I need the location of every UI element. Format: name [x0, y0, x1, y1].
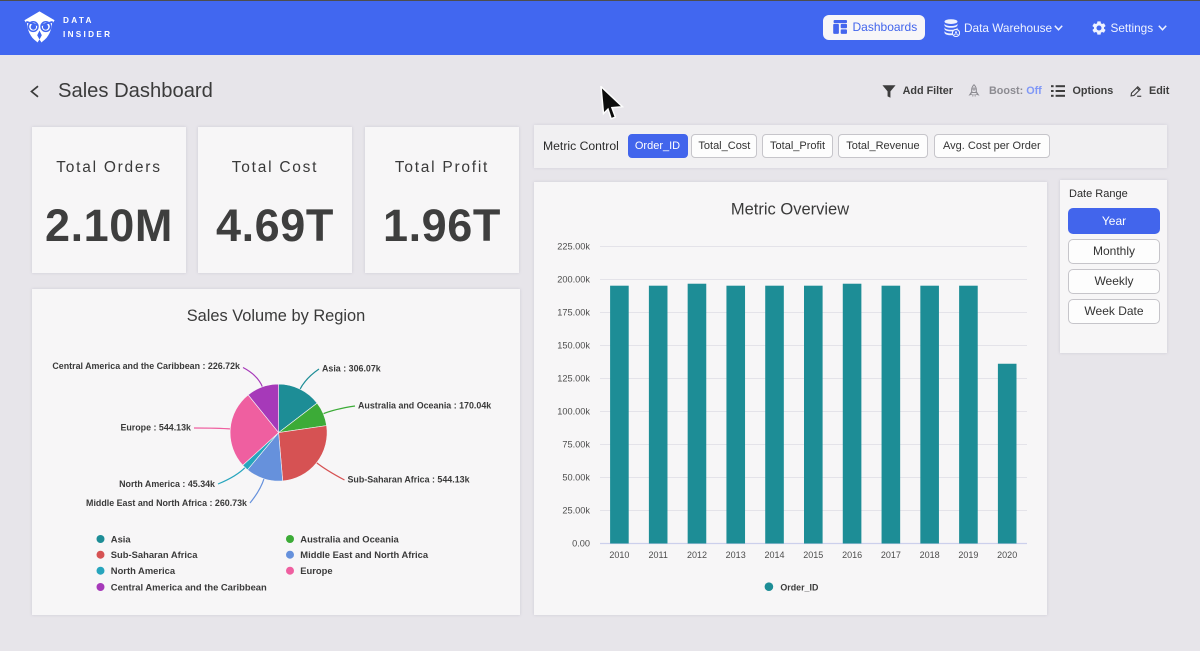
svg-text:2015: 2015: [803, 550, 823, 560]
svg-text:Australia and Oceania: Australia and Oceania: [300, 533, 399, 544]
svg-text:125.00k: 125.00k: [557, 374, 590, 384]
svg-text:100.00k: 100.00k: [557, 407, 590, 417]
svg-text:2010: 2010: [609, 550, 629, 560]
svg-text:25.00k: 25.00k: [562, 506, 590, 516]
svg-text:0.00: 0.00: [572, 539, 590, 549]
svg-text:50.00k: 50.00k: [562, 473, 590, 483]
svg-text:75.00k: 75.00k: [562, 440, 590, 450]
svg-text:2017: 2017: [881, 550, 901, 560]
svg-text:Middle East and North Africa :: Middle East and North Africa : 260.73k: [86, 498, 247, 508]
svg-text:2014: 2014: [764, 550, 784, 560]
svg-text:175.00k: 175.00k: [557, 308, 590, 318]
svg-text:2020: 2020: [997, 550, 1017, 560]
svg-text:Order_ID: Order_ID: [780, 583, 819, 593]
svg-text:Sub-Saharan Africa : 544.13k: Sub-Saharan Africa : 544.13k: [348, 475, 470, 485]
svg-text:North America : 45.34k: North America : 45.34k: [119, 479, 215, 489]
svg-text:Central America and the Caribb: Central America and the Caribbean: [111, 581, 267, 592]
svg-text:2011: 2011: [649, 550, 668, 560]
svg-text:Sales Volume by Region: Sales Volume by Region: [187, 307, 366, 325]
svg-text:Central America and the Caribb: Central America and the Caribbean : 226.…: [52, 361, 240, 371]
svg-text:2012: 2012: [687, 550, 707, 560]
svg-text:225.00k: 225.00k: [557, 242, 590, 252]
svg-text:Middle East and North Africa: Middle East and North Africa: [300, 549, 429, 560]
svg-text:Europe : 544.13k: Europe : 544.13k: [120, 423, 191, 433]
svg-text:2016: 2016: [842, 550, 862, 560]
svg-text:Europe: Europe: [300, 565, 332, 576]
svg-text:2018: 2018: [920, 550, 940, 560]
svg-text:200.00k: 200.00k: [557, 275, 590, 285]
svg-text:Asia : 306.07k: Asia : 306.07k: [322, 363, 381, 373]
svg-text:Sub-Saharan Africa: Sub-Saharan Africa: [111, 549, 198, 560]
svg-text:Metric Overview: Metric Overview: [731, 201, 849, 219]
svg-text:North America: North America: [111, 565, 176, 576]
svg-text:2013: 2013: [726, 550, 746, 560]
svg-text:150.00k: 150.00k: [557, 341, 590, 351]
svg-text:Australia and Oceania : 170.04: Australia and Oceania : 170.04k: [358, 401, 491, 411]
svg-text:Asia: Asia: [111, 533, 132, 544]
svg-text:2019: 2019: [958, 550, 978, 560]
